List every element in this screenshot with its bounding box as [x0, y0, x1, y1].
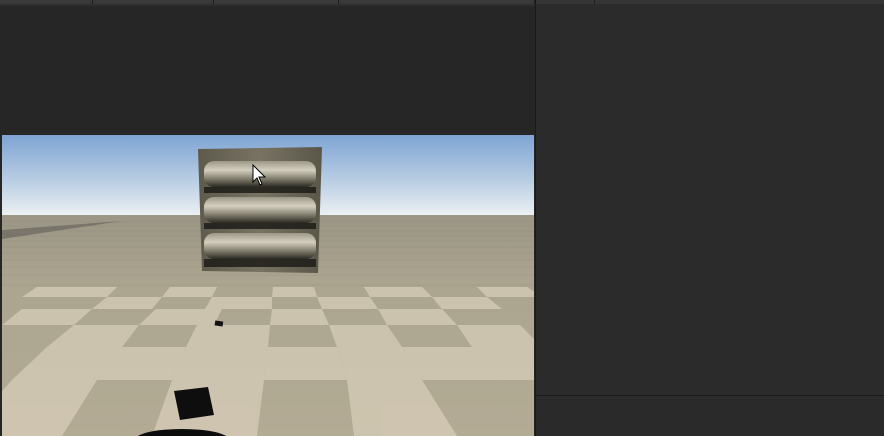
toolbar-tab[interactable]: [93, 0, 214, 4]
panel-header-separator: [594, 0, 595, 4]
panel-header: [536, 0, 884, 4]
panel-lower-section[interactable]: [536, 396, 884, 436]
game-viewport[interactable]: [2, 135, 534, 436]
right-side-panel[interactable]: [535, 0, 884, 436]
game-view-panel[interactable]: [0, 6, 535, 436]
dark-cube: [174, 387, 214, 420]
toolbar-tab[interactable]: [214, 0, 339, 4]
toolbar-tab[interactable]: [0, 0, 93, 4]
box-object: [198, 147, 322, 273]
toolbar-tab[interactable]: [339, 0, 535, 4]
